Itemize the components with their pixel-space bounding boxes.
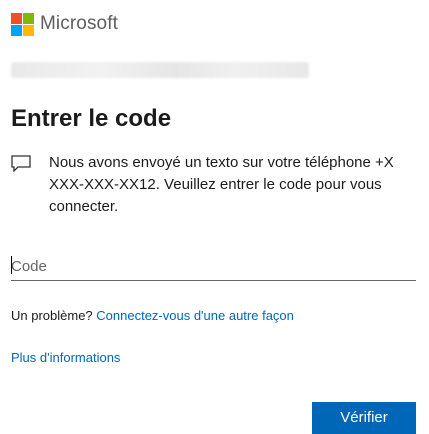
sign-in-another-way-link[interactable]: Connectez-vous d'une autre façon	[96, 308, 294, 323]
message-text: Nous avons envoyé un texto sur votre tél…	[49, 154, 394, 215]
code-input[interactable]	[11, 252, 416, 281]
page-title: Entrer le code	[11, 105, 172, 132]
problem-prefix: Un problème?	[11, 308, 93, 323]
microsoft-header: Microsoft	[11, 12, 118, 36]
chat-bubble-icon	[11, 155, 37, 172]
microsoft-logo-icon	[11, 12, 34, 36]
text-caret	[11, 256, 12, 274]
more-info-link[interactable]: Plus d'informations	[11, 350, 120, 365]
problem-line: Un problème? Connectez-vous d'une autre …	[11, 308, 294, 323]
sms-message: Nous avons envoyé un texto sur votre tél…	[11, 152, 423, 218]
verify-button[interactable]: Vérifier	[312, 402, 416, 434]
obscured-account-identifier	[11, 62, 309, 78]
brand-name: Microsoft	[40, 13, 118, 34]
